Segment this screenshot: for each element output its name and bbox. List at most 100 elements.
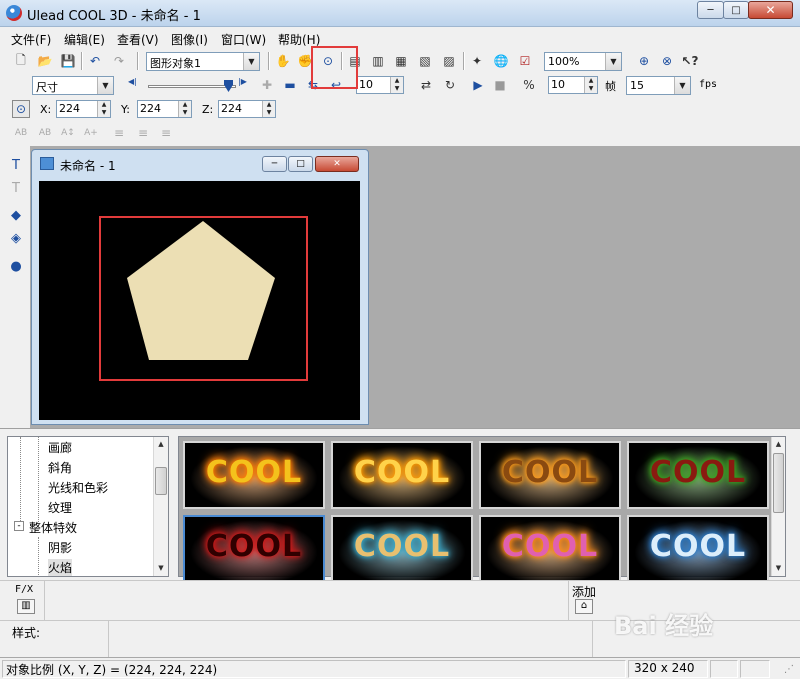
resize-grip-icon[interactable]: ⋰ (784, 664, 794, 675)
tree-item-fire[interactable]: 火焰 (48, 559, 73, 576)
scroll-up-icon[interactable]: ▲ (772, 437, 785, 451)
canvas[interactable] (39, 181, 360, 420)
effect-thumbnail[interactable]: COOL (331, 515, 473, 583)
web-export-icon[interactable]: ⊗ (658, 52, 676, 70)
spinner-arrows[interactable]: ▲ ▼ (262, 101, 275, 117)
text-align-left-icon[interactable]: ≡ (110, 124, 128, 142)
chevron-down-icon[interactable]: ▼ (243, 53, 259, 70)
align-top-icon[interactable]: ▧ (416, 52, 434, 70)
slider-thumb[interactable] (224, 80, 233, 92)
menu-edit[interactable]: 编辑(E) (64, 31, 105, 48)
keyframe-spinner[interactable]: 10 ▲ ▼ (356, 76, 404, 94)
tree-item-texture[interactable]: 纹理 (48, 499, 72, 516)
effect-thumbnail[interactable]: COOL (479, 515, 621, 583)
scroll-thumb[interactable] (155, 467, 167, 495)
menu-image[interactable]: 图像(I) (171, 31, 208, 48)
hand-move-icon[interactable]: ✋ (274, 52, 292, 70)
loop-icon[interactable]: ⇄ (417, 76, 435, 94)
insert-graphic-icon[interactable]: ◆ (6, 205, 26, 225)
first-frame-icon[interactable]: ◀| (128, 77, 137, 86)
lighting-icon[interactable]: ✦ (468, 52, 486, 70)
last-frame-icon[interactable]: |▶ (238, 77, 247, 86)
document-close-button[interactable]: ✕ (315, 156, 359, 172)
remove-keyframe-icon[interactable]: ▬ (281, 76, 299, 94)
frames-spinner[interactable]: 10 ▲ ▼ (548, 76, 598, 94)
canvas-svg (99, 216, 308, 381)
text-kerning-icon[interactable]: AB (36, 124, 54, 142)
tree-item-shadow[interactable]: 阴影 (48, 539, 72, 556)
menu-file[interactable]: 文件(F) (11, 31, 51, 48)
zoom-select[interactable]: 100% ▼ (544, 52, 622, 71)
pentagon-shape[interactable] (127, 221, 275, 360)
x-spinner[interactable]: 224 ▲ ▼ (56, 100, 111, 118)
gallery-scrollbar[interactable]: ▲ ▼ (771, 437, 785, 576)
new-file-icon[interactable]: 🗋 (12, 52, 30, 70)
edit-graphic-icon[interactable]: ◈ (6, 228, 26, 248)
edit-text-icon[interactable]: T (6, 178, 26, 198)
chart-check-icon[interactable]: ☑ (516, 52, 534, 70)
chevron-down-icon[interactable]: ▼ (674, 77, 690, 94)
document-minimize-button[interactable]: ─ (262, 156, 287, 172)
context-help-icon[interactable]: ↖? (681, 52, 699, 70)
text-height-icon[interactable]: A↕ (59, 124, 77, 142)
y-spinner[interactable]: 224 ▲ ▼ (137, 100, 192, 118)
object-select[interactable]: 图形对象1 ▼ (146, 52, 260, 71)
undo-icon[interactable]: ↶ (86, 52, 104, 70)
chevron-down-icon[interactable]: ▼ (97, 77, 113, 94)
text-align-center-icon[interactable]: ≡ (134, 124, 152, 142)
insert-shape-icon[interactable]: ● (6, 256, 26, 276)
tree-item-lighting[interactable]: 光线和色彩 (48, 479, 108, 496)
tree-item-gallery[interactable]: 画廊 (48, 439, 72, 456)
minimize-button[interactable]: ─ (697, 1, 724, 19)
tree-item-bevel[interactable]: 斜角 (48, 459, 72, 476)
redo-icon[interactable]: ↷ (110, 52, 128, 70)
pingpong-icon[interactable]: ↻ (441, 76, 459, 94)
scroll-down-icon[interactable]: ▼ (772, 561, 785, 575)
scroll-down-icon[interactable]: ▼ (154, 561, 168, 575)
text-spacing-icon[interactable]: AB (12, 124, 30, 142)
spinner-arrows[interactable]: ▲ ▼ (97, 101, 110, 117)
spinner-arrows[interactable]: ▲ ▼ (178, 101, 191, 117)
fx-button[interactable]: ▥ (17, 599, 35, 614)
globe-icon[interactable]: 🌐 (492, 52, 510, 70)
open-folder-icon[interactable]: 📂 (36, 52, 54, 70)
save-icon[interactable]: 💾 (59, 52, 77, 70)
toolbar-separator (137, 52, 139, 70)
timeline-slider[interactable]: ◀| |▶ (128, 75, 250, 95)
effect-thumbnail[interactable]: COOL (627, 441, 769, 509)
effect-thumbnail[interactable]: COOL (183, 515, 325, 583)
z-spinner[interactable]: 224 ▲ ▼ (218, 100, 276, 118)
spinner-arrows[interactable]: ▲ ▼ (390, 77, 403, 93)
effect-thumbnail[interactable]: COOL (479, 441, 621, 509)
spinner-arrows[interactable]: ▲ ▼ (584, 77, 597, 93)
fps-select[interactable]: 15 ▼ (626, 76, 691, 95)
align-right-icon[interactable]: ▦ (392, 52, 410, 70)
tree-collapse-icon[interactable]: - (14, 521, 24, 531)
effect-thumbnail[interactable]: COOL (331, 441, 473, 509)
stop-icon[interactable]: ■ (491, 76, 509, 94)
add-button[interactable]: ⌂ (575, 599, 593, 614)
menu-view[interactable]: 查看(V) (117, 31, 159, 48)
menu-window[interactable]: 窗口(W) (221, 31, 266, 48)
document-maximize-button[interactable]: □ (288, 156, 313, 172)
tree-item-global-effects[interactable]: 整体特效 (29, 519, 77, 536)
chevron-down-icon[interactable]: ▼ (605, 53, 621, 70)
scroll-thumb[interactable] (773, 453, 784, 513)
insert-text-icon[interactable]: T (6, 155, 26, 175)
effect-thumbnail[interactable]: COOL (627, 515, 769, 583)
export-image-icon[interactable]: ⊕ (635, 52, 653, 70)
text-align-right-icon[interactable]: ≡ (157, 124, 175, 142)
maximize-button[interactable]: □ (723, 1, 749, 19)
percent-icon[interactable]: % (520, 76, 538, 94)
size-mode-icon[interactable]: ⊙ (12, 100, 30, 118)
align-center-icon[interactable]: ▥ (369, 52, 387, 70)
play-icon[interactable]: ▶ (469, 76, 487, 94)
effect-thumbnail[interactable]: COOL (183, 441, 325, 509)
text-size-icon[interactable]: A+ (82, 124, 100, 142)
property-select[interactable]: 尺寸 ▼ (32, 76, 114, 95)
add-keyframe-icon[interactable]: ✚ (258, 76, 276, 94)
tree-scrollbar[interactable]: ▲ ▼ (153, 437, 168, 576)
scroll-up-icon[interactable]: ▲ (154, 437, 168, 451)
close-button[interactable]: ✕ (748, 1, 793, 19)
align-bottom-icon[interactable]: ▨ (440, 52, 458, 70)
